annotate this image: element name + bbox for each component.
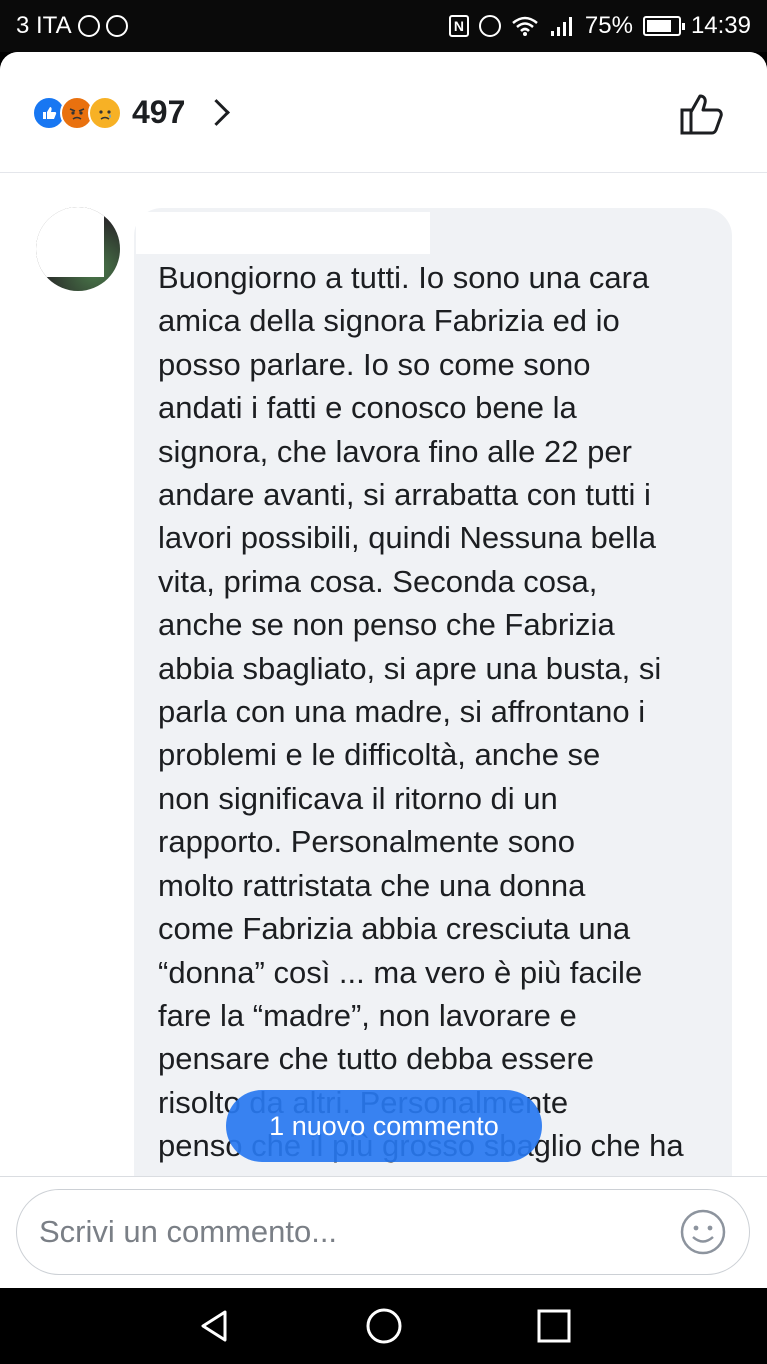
battery-icon xyxy=(642,16,685,36)
comment-line: posso parlare. Io so come sono xyxy=(158,346,591,382)
comment-input[interactable] xyxy=(37,1208,641,1256)
author-name-redaction xyxy=(136,212,430,254)
comment-line: andare avanti, si arrabatta con tutti i xyxy=(158,477,651,513)
comment-line: vita, prima cosa. Seconda cosa, xyxy=(158,563,598,599)
comment-line: pensare che tutto debba essere xyxy=(158,1041,595,1077)
comment-line: come Fabrizia abbia cresciuta una xyxy=(158,911,631,947)
comments-sheet: 497 Buongiorno a tutti. Io sono una cara… xyxy=(0,52,767,1288)
reactions-summary[interactable]: 497 xyxy=(32,94,231,131)
back-icon[interactable] xyxy=(195,1306,235,1346)
comment-line: fare la “madre”, non lavorare e xyxy=(158,997,577,1033)
battery-percent: 75% xyxy=(584,12,633,39)
comment-line: andati i fatti e conosco bene la xyxy=(158,390,577,426)
comment-line: molto rattristata che una donna xyxy=(158,867,586,903)
comment-line: parla con una madre, si affrontano i xyxy=(158,694,646,730)
wifi-icon xyxy=(512,16,538,36)
status-right: N 75% 14:39 xyxy=(448,12,751,40)
reactions-header: 497 xyxy=(0,52,767,173)
comment-line: “donna” così ... ma vero è più facile xyxy=(158,954,643,990)
comment-line: problemi e le difficoltà, anche se xyxy=(158,737,601,773)
comment-line: lavori possibili, quindi Nessuna bella xyxy=(158,520,656,556)
navigation-bar xyxy=(0,1288,767,1364)
comment-line: amica della signora Fabrizia ed io xyxy=(158,303,620,339)
comment-line: Buongiorno a tutti. Io sono una cara xyxy=(158,260,650,295)
avatar-redaction xyxy=(36,207,104,277)
phone-icon xyxy=(77,15,100,37)
comment-line: anche se non penso che Fabrizia xyxy=(158,607,615,643)
comment-composer[interactable] xyxy=(16,1189,750,1275)
emoji-icon[interactable] xyxy=(679,1208,727,1256)
chevron-right-icon xyxy=(203,99,231,126)
home-icon[interactable] xyxy=(364,1306,404,1346)
whatsapp-icon xyxy=(105,15,128,37)
recents-icon[interactable] xyxy=(534,1306,574,1346)
carrier-label: 3 ITA xyxy=(16,12,72,39)
comment-line: non significava il ritorno di un xyxy=(158,780,558,816)
status-left: 3 ITA xyxy=(16,12,128,40)
reaction-count: 497 xyxy=(132,94,186,130)
status-bar: 3 ITA N 75% 14:39 xyxy=(0,0,767,52)
comment-line: rapporto. Personalmente sono xyxy=(158,824,576,860)
new-comment-button[interactable]: 1 nuovo commento xyxy=(226,1090,542,1162)
comment-line: abbia sbagliato, si apre una busta, si xyxy=(158,650,662,686)
thumbs-up-icon[interactable] xyxy=(679,92,727,136)
nfc-icon: N xyxy=(448,15,469,37)
signal-icon xyxy=(550,17,572,36)
comment-text: Buongiorno a tutti. Io sono una cara amic… xyxy=(158,256,723,1168)
comment-line: signora, che lavora fino alle 22 per xyxy=(158,433,632,469)
alarm-icon xyxy=(478,15,501,37)
sad-icon xyxy=(88,95,122,130)
clock: 14:39 xyxy=(690,12,751,39)
avatar[interactable] xyxy=(36,207,120,291)
composer-area xyxy=(0,1176,767,1288)
